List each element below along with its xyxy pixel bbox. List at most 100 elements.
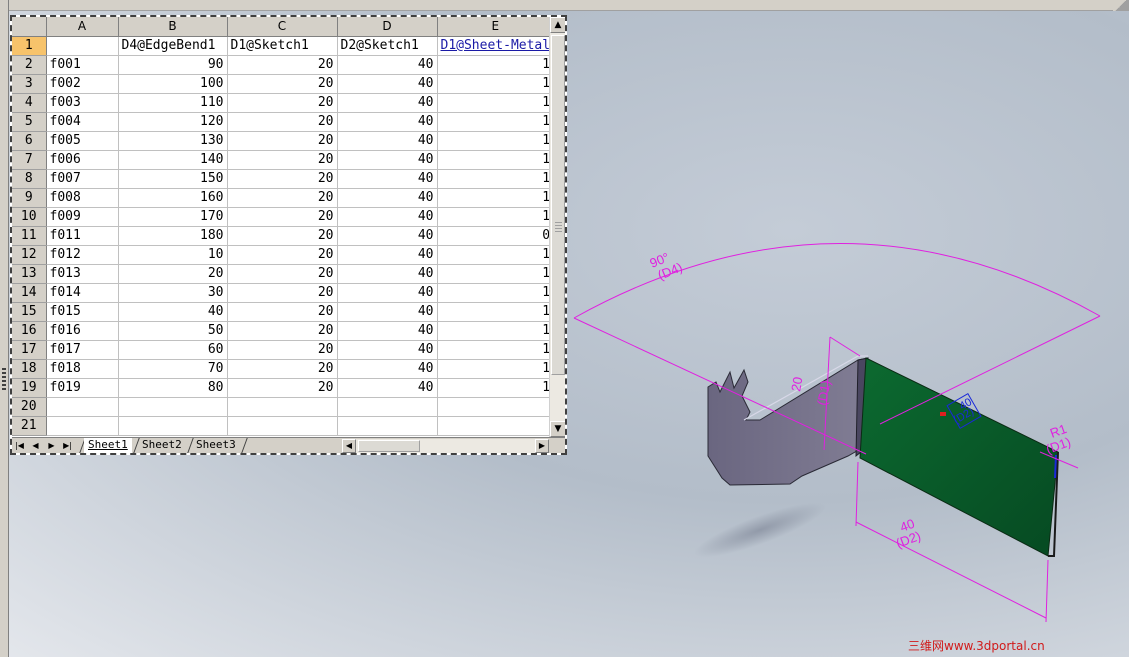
table-cell[interactable]: 20 [227, 245, 338, 265]
table-cell[interactable]: 40 [337, 150, 438, 170]
row-header[interactable]: 13 [12, 264, 47, 284]
table-cell[interactable]: f002 [46, 74, 119, 94]
table-row[interactable]: 1 D4@EdgeBend1 D1@Sketch1 D2@Sketch1 D1@Shee… [12, 36, 555, 56]
table-row[interactable]: 20 [12, 397, 555, 417]
tab-sheet1[interactable]: Sheet1 [84, 438, 132, 453]
table-cell[interactable]: 1 [437, 283, 555, 303]
table-cell[interactable]: 40 [337, 55, 438, 75]
table-cell[interactable]: 160 [118, 188, 228, 208]
table-row[interactable]: 7 f006 140 20 40 1 [12, 150, 555, 170]
row-header[interactable]: 12 [12, 245, 47, 265]
table-cell[interactable]: 40 [337, 188, 438, 208]
prev-sheet-icon[interactable]: ◀ [28, 438, 43, 453]
table-cell[interactable]: 20 [227, 150, 338, 170]
horizontal-scroll-thumb[interactable] [358, 440, 420, 452]
table-row[interactable]: 3 f002 100 20 40 1 [12, 74, 555, 94]
table-cell[interactable]: 1 [437, 112, 555, 132]
table-row[interactable]: 2 f001 90 20 40 1 [12, 55, 555, 75]
table-cell[interactable]: 80 [118, 378, 228, 398]
row-header[interactable]: 19 [12, 378, 47, 398]
table-cell[interactable]: 40 [337, 169, 438, 189]
table-cell[interactable]: 40 [337, 131, 438, 151]
table-cell[interactable]: f019 [46, 378, 119, 398]
table-cell[interactable]: 1 [437, 340, 555, 360]
table-cell[interactable]: 20 [227, 321, 338, 341]
last-sheet-icon[interactable]: ▶| [60, 438, 75, 453]
table-cell[interactable]: 180 [118, 226, 228, 246]
table-cell[interactable]: 40 [118, 302, 228, 322]
table-cell[interactable]: 1 [437, 264, 555, 284]
table-cell[interactable]: 40 [337, 302, 438, 322]
table-cell[interactable]: 1 [437, 321, 555, 341]
table-cell[interactable]: 20 [227, 264, 338, 284]
table-cell[interactable]: f014 [46, 283, 119, 303]
table-cell[interactable]: 130 [118, 131, 228, 151]
radius-name[interactable]: (D1) [1044, 434, 1073, 457]
table-cell[interactable]: 1 [437, 169, 555, 189]
row-header[interactable]: 17 [12, 340, 47, 360]
next-sheet-icon[interactable]: ▶ [44, 438, 59, 453]
table-cell[interactable]: 40 [337, 74, 438, 94]
column-header-a[interactable]: A [46, 17, 119, 37]
row-header[interactable]: 11 [12, 226, 47, 246]
table-cell[interactable]: f006 [46, 150, 119, 170]
table-cell[interactable]: 40 [337, 264, 438, 284]
table-cell[interactable]: 40 [337, 245, 438, 265]
table-cell[interactable]: 50 [118, 321, 228, 341]
scroll-left-icon[interactable]: ◀ [342, 439, 356, 453]
row-header[interactable]: 21 [12, 416, 47, 436]
table-cell[interactable]: 20 [227, 93, 338, 113]
table-cell[interactable]: 100 [118, 74, 228, 94]
table-cell[interactable]: 20 [227, 340, 338, 360]
table-cell[interactable]: f001 [46, 55, 119, 75]
table-row[interactable]: 19 f019 80 20 40 1 [12, 378, 555, 398]
table-cell[interactable]: D2@Sketch1 [337, 36, 438, 56]
table-cell[interactable]: 40 [337, 93, 438, 113]
table-cell[interactable]: 110 [118, 93, 228, 113]
table-row[interactable]: 10 f009 170 20 40 1 [12, 207, 555, 227]
table-row[interactable]: 8 f007 150 20 40 1 [12, 169, 555, 189]
table-row[interactable]: 11 f011 180 20 40 0 [12, 226, 555, 246]
table-row[interactable]: 17 f017 60 20 40 1 [12, 340, 555, 360]
horizontal-scrollbar[interactable]: ◀ ▶ [342, 439, 549, 453]
flange-face[interactable] [859, 357, 1059, 557]
table-cell[interactable] [46, 416, 119, 436]
table-cell[interactable]: 40 [337, 378, 438, 398]
table-cell[interactable]: 1 [437, 207, 555, 227]
table-cell[interactable]: 20 [227, 55, 338, 75]
table-cell[interactable]: 20 [227, 226, 338, 246]
table-cell[interactable]: 1 [437, 150, 555, 170]
table-cell[interactable] [227, 416, 338, 436]
scroll-up-icon[interactable]: ▲ [550, 17, 565, 33]
tab-sheet2[interactable]: Sheet2 [138, 438, 186, 453]
design-table-sheet[interactable]: A B C D E 1 D4@EdgeBend1 D1@Sketch1 D2@Sket… [10, 15, 567, 455]
table-cell[interactable]: 140 [118, 150, 228, 170]
row-header[interactable]: 16 [12, 321, 47, 341]
row-header[interactable]: 7 [12, 150, 47, 170]
column-header-e[interactable]: E [437, 17, 555, 37]
table-cell[interactable] [437, 416, 555, 436]
length-name[interactable]: (D2) [894, 528, 923, 551]
vertical-scrollbar[interactable]: ▲ ▼ [549, 17, 565, 437]
table-cell[interactable]: 1 [437, 359, 555, 379]
table-cell[interactable]: D1@Sketch1 [227, 36, 338, 56]
table-row[interactable]: 14 f014 30 20 40 1 [12, 283, 555, 303]
table-cell[interactable] [46, 36, 119, 56]
scroll-down-icon[interactable]: ▼ [550, 421, 565, 437]
table-cell[interactable]: D4@EdgeBend1 [118, 36, 228, 56]
row-header[interactable]: 2 [12, 55, 47, 75]
table-row[interactable]: 6 f005 130 20 40 1 [12, 131, 555, 151]
table-row[interactable]: 15 f015 40 20 40 1 [12, 302, 555, 322]
table-cell[interactable]: 20 [227, 131, 338, 151]
table-cell[interactable]: 20 [227, 378, 338, 398]
table-cell[interactable] [118, 397, 228, 417]
row-header[interactable]: 3 [12, 74, 47, 94]
table-cell[interactable] [437, 397, 555, 417]
table-cell[interactable]: 20 [227, 359, 338, 379]
row-header[interactable]: 9 [12, 188, 47, 208]
table-cell[interactable]: f004 [46, 112, 119, 132]
row-header[interactable]: 8 [12, 169, 47, 189]
row-header[interactable]: 10 [12, 207, 47, 227]
table-row[interactable]: 9 f008 160 20 40 1 [12, 188, 555, 208]
table-cell[interactable]: 1 [437, 55, 555, 75]
